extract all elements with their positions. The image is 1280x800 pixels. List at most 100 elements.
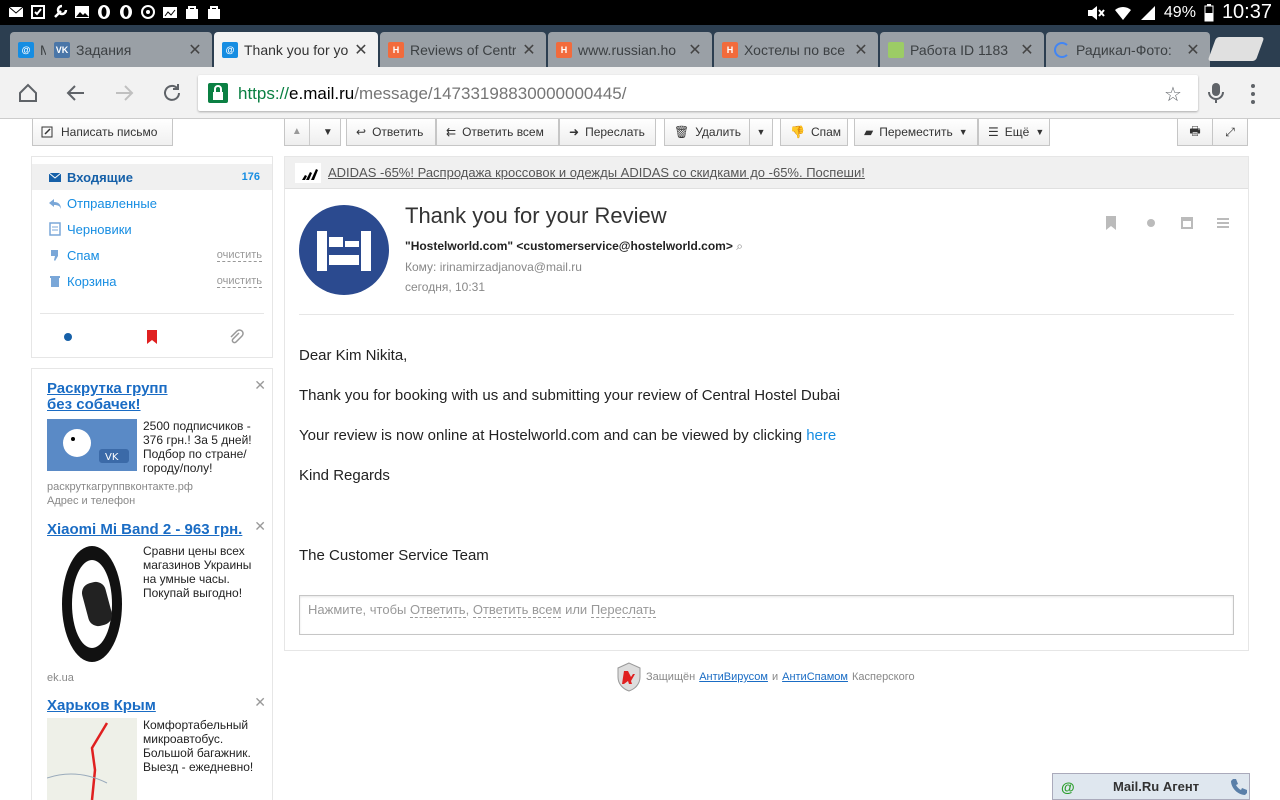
close-tab-icon[interactable]: ✕ [188,40,202,60]
ad-title[interactable]: Раскрутка групп без собачек! [47,381,187,413]
close-ad-icon[interactable]: ✕ [254,377,266,394]
calendar-icon[interactable] [1179,215,1195,231]
microphone-icon[interactable] [1206,82,1226,104]
print-button[interactable]: 🖶 [1177,119,1213,146]
phone-icon[interactable] [1229,777,1249,797]
draft-icon [49,222,61,236]
hostelworld-icon: H [556,41,572,58]
close-tab-icon[interactable]: ✕ [1186,40,1200,60]
forward-label: Переслать [585,125,645,139]
prev-message-arrow-icon[interactable]: ▲ [285,119,310,145]
more-button[interactable]: ☰ Ещё ▼ [978,119,1050,146]
tab-title: Reviews of Centr [410,41,516,58]
tab-thank-you-review[interactable]: @ Thank you for yo ✕ [214,32,378,67]
hostelworld-bed-icon [317,231,371,271]
back-arrow-icon [66,85,84,101]
home-button[interactable] [14,79,42,107]
reply-prompt: Нажмите, чтобы [308,602,407,617]
folder-inbox[interactable]: Входящие 176 [32,164,272,190]
flag-filter-icon[interactable] [144,329,160,345]
close-tab-icon[interactable]: ✕ [854,40,868,60]
address-bar[interactable]: https://e.mail.ru/message/14733198830000… [198,75,1224,111]
tab-job[interactable]: Работа ID 1183 ✕ [880,32,1044,67]
reply-icon: ↩ [356,125,367,139]
menu-icon[interactable] [1215,215,1231,231]
move-button[interactable]: ▰ Переместить ▼ [854,119,978,146]
list-icon: ☰ [988,125,999,139]
promo-banner[interactable]: ADIDAS -65%! Распродажа кроссовок и одеж… [285,157,1248,189]
expand-icon: ⤢ [1225,124,1235,139]
flag-icon[interactable] [1103,215,1119,231]
agent-label: Mail.Ru Агент [1113,779,1200,794]
close-tab-icon[interactable]: ✕ [1020,40,1034,60]
read-status-dot-icon[interactable] [1143,215,1159,231]
reply-button[interactable]: ↩ Ответить [346,119,436,146]
magnifier-icon[interactable]: ⌕ [736,239,743,253]
tab-vk-tasks[interactable]: VK Задания ✕ [46,32,212,67]
ad-xiaomi[interactable]: Xiaomi Mi Band 2 - 963 грн. ✕ Сравни цен… [47,518,266,684]
mailru-agent-bar[interactable]: @ Mail.Ru Агент [1052,773,1250,800]
spam-button[interactable]: 👎 Спам [780,119,848,146]
clear-spam-link[interactable]: очистить [216,249,262,262]
close-tab-icon[interactable]: ✕ [522,40,536,60]
reply-all-label: Ответить всем [462,125,544,139]
forward-button-mail[interactable]: ➜ Переслать [559,119,656,146]
body-greeting: Dear Kim Nikita, [299,347,408,364]
next-message-arrow-icon[interactable]: ▼ [316,127,340,138]
ad-vk-promo[interactable]: Раскрутка групп без собачек! ✕ VK 2500 п… [47,377,266,507]
back-button[interactable] [62,79,90,107]
kaspersky-protection: Защищён АнтиВирусом и АнтиСпамом Касперс… [616,662,915,692]
kaspersky-prefix: Защищён [646,671,696,683]
expand-button[interactable]: ⤢ [1212,119,1248,146]
url-scheme: https:// [238,84,290,103]
delete-button[interactable]: 🗑 Удалить [664,119,750,146]
chevron-down-icon: ▼ [1035,127,1045,137]
bookmark-star-icon[interactable]: ☆ [1164,82,1182,107]
message-from[interactable]: "Hostelworld.com" <customerservice@hoste… [405,239,743,254]
hostelworld-icon: H [722,41,738,58]
move-label: Переместить [879,125,953,139]
tab-reviews-central[interactable]: H Reviews of Centr ✕ [380,32,546,67]
antispam-link[interactable]: АнтиСпамом [782,671,848,683]
ad-address-link[interactable]: Адрес и телефон [47,495,135,507]
compose-button[interactable]: Написать письмо [32,119,173,146]
quick-forward-link[interactable]: Переслать [590,602,656,618]
reply-label: Ответить [372,125,424,139]
close-tab-icon[interactable]: ✕ [688,40,702,60]
close-ad-icon[interactable]: ✕ [254,694,266,711]
attachment-filter-icon[interactable] [228,329,244,345]
folder-spam[interactable]: Спам очистить [32,242,272,268]
folder-sent[interactable]: Отправленные [32,190,272,216]
tab-hostels[interactable]: H Хостелы по все ✕ [714,32,878,67]
ad-title[interactable]: Харьков Крым [47,698,262,714]
quick-reply-box[interactable]: Нажмите, чтобы Ответить, Ответить всем и… [299,595,1234,635]
overflow-menu-icon[interactable] [1250,83,1256,105]
folder-drafts[interactable]: Черновики [32,216,272,242]
bag-notification-icon-2 [208,6,220,19]
compose-label: Написать письмо [61,125,158,139]
review-link[interactable]: here [806,427,836,444]
ad-title[interactable]: Xiaomi Mi Band 2 - 963 грн. [47,522,262,538]
reply-all-button[interactable]: ⇇ Ответить всем [436,119,559,146]
ad-domain: ek.ua [47,672,74,684]
trash-icon [50,276,60,287]
quick-reply-link[interactable]: Ответить [410,602,466,618]
folder-trash[interactable]: Корзина очистить [32,268,272,294]
new-tab-button[interactable] [1207,37,1265,61]
clock: 10:37 [1221,1,1272,23]
tab-radikal-foto[interactable]: Радикал-Фото: ✕ [1046,32,1210,67]
folder-label: Входящие [67,169,133,185]
forward-button[interactable] [110,79,138,107]
close-ad-icon[interactable]: ✕ [254,518,266,535]
antivirus-link[interactable]: АнтиВирусом [699,671,768,683]
ad-kharkov-crimea[interactable]: Харьков Крым ✕ Комфортабельный микроавто… [47,694,266,800]
tab-russian-hostel[interactable]: H www.russian.ho ✕ [548,32,712,67]
bag-notification-icon [186,6,198,19]
quick-reply-all-link[interactable]: Ответить всем [472,602,562,618]
unread-filter-dot-icon[interactable] [60,329,76,345]
clear-trash-link[interactable]: очистить [216,275,262,288]
delete-dropdown[interactable]: ▼ [749,119,773,146]
reload-button[interactable] [158,79,186,107]
close-tab-icon[interactable]: ✕ [354,40,368,60]
promo-text[interactable]: ADIDAS -65%! Распродажа кроссовок и одеж… [328,165,865,180]
